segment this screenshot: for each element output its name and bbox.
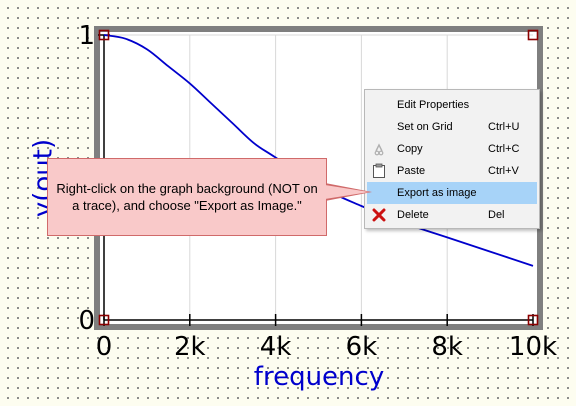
x-axis-label: frequency xyxy=(254,362,384,392)
menu-item-set-on-grid[interactable]: Set on Grid Ctrl+U xyxy=(367,116,537,138)
x-tick-label: 4k xyxy=(260,332,292,362)
instruction-callout: Right-click on the graph background (NOT… xyxy=(47,158,327,236)
menu-item-label: Set on Grid xyxy=(397,121,453,133)
menu-item-shortcut: Del xyxy=(488,209,505,221)
menu-item-delete[interactable]: Delete Del xyxy=(367,204,537,226)
menu-item-label: Paste xyxy=(397,165,426,177)
menu-item-copy[interactable]: Copy Ctrl+C xyxy=(367,138,537,160)
delete-icon xyxy=(371,207,387,223)
y-tick-label: 1 xyxy=(78,21,95,51)
x-tick-label: 0 xyxy=(96,332,113,362)
context-menu: Edit Properties Set on Grid Ctrl+U Copy … xyxy=(364,89,540,229)
menu-item-paste[interactable]: Paste Ctrl+V xyxy=(367,160,537,182)
menu-item-label: Edit Properties xyxy=(397,99,470,111)
paste-icon xyxy=(371,163,387,179)
menu-item-edit-properties[interactable]: Edit Properties xyxy=(367,94,537,116)
menu-item-shortcut: Ctrl+U xyxy=(488,121,520,133)
copy-icon xyxy=(371,141,387,157)
callout-pointer xyxy=(325,185,369,199)
menu-item-label: Export as image xyxy=(397,187,477,199)
menu-item-export-as-image[interactable]: Export as image xyxy=(367,182,537,204)
callout-text: Right-click on the graph background (NOT… xyxy=(56,181,318,213)
menu-item-label: Delete xyxy=(397,209,429,221)
menu-item-label: Copy xyxy=(397,143,423,155)
x-tick-label: 2k xyxy=(174,332,206,362)
menu-item-shortcut: Ctrl+V xyxy=(488,165,519,177)
x-tick-label: 10k xyxy=(509,332,557,362)
x-tick-label: 6k xyxy=(346,332,378,362)
x-tick-label: 8k xyxy=(431,332,463,362)
y-tick-label: 0 xyxy=(78,306,95,336)
menu-item-shortcut: Ctrl+C xyxy=(488,143,520,155)
